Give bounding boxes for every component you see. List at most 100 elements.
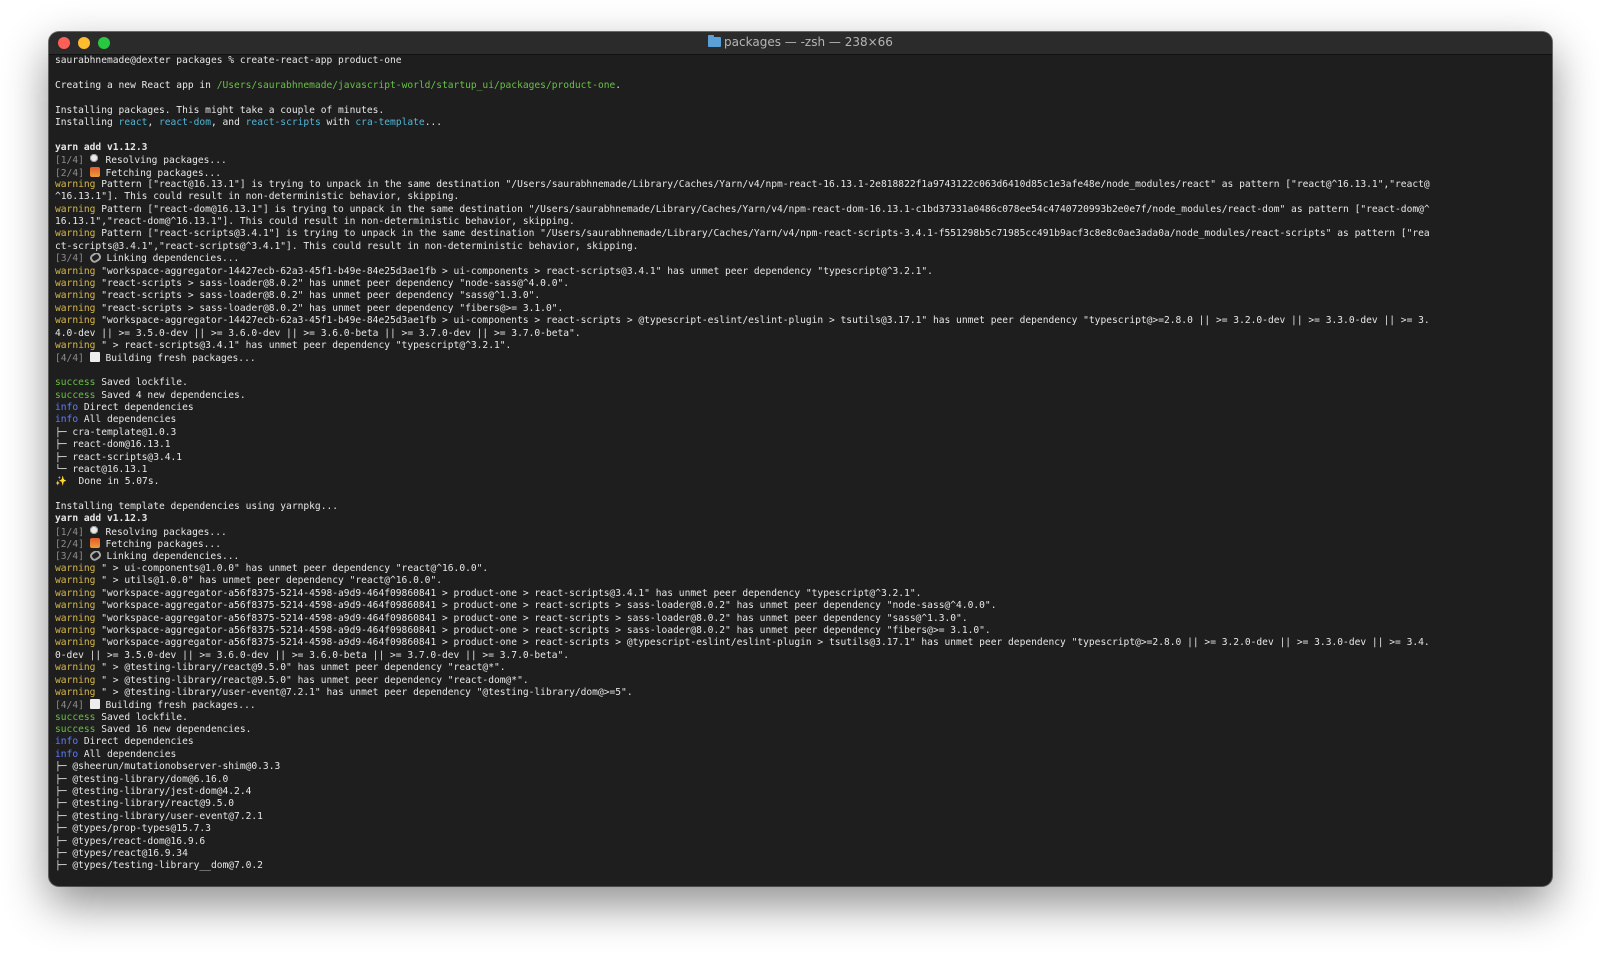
warning-continuation: 0-dev || >= 3.5.0-dev || >= 3.6.0-dev ||…	[55, 649, 570, 661]
warning-text: "workspace-aggregator-a56f8375-5214-4598…	[95, 612, 968, 624]
step-tag: [4/4]	[55, 700, 84, 712]
warning-tag: warning	[55, 203, 96, 215]
warning-line: warning "react-scripts > sass-loader@8.0…	[55, 290, 1548, 302]
warning-text: Pattern ["react-scripts@3.4.1"] is tryin…	[95, 228, 1430, 240]
step-line: [3/4] Linking dependencies...	[55, 550, 1548, 563]
dependency-item: ├─ @sheerun/mutationobserver-shim@0.3.3	[55, 761, 281, 773]
dependency-item: ├─ @testing-library/user-event@7.2.1	[55, 810, 263, 822]
dependency-item: ├─ @testing-library/dom@6.16.0	[55, 773, 229, 785]
dependency-item: ├─ @types/react-dom@16.9.6	[55, 835, 206, 847]
warning-continuation: ct-scripts@3.4.1","react-scripts@^3.4.1"…	[55, 240, 639, 252]
warning-text: Pattern ["react-dom@16.13.1"] is trying …	[95, 203, 1430, 215]
success-line: success Saved 16 new dependencies.	[55, 724, 1548, 736]
warning-line: warning " > ui-components@1.0.0" has unm…	[55, 563, 1548, 575]
warning-tag: warning	[55, 686, 96, 698]
warning-text: "workspace-aggregator-14427ecb-62a3-45f1…	[95, 265, 933, 277]
step-text: Building fresh packages...	[99, 353, 256, 365]
terminal-output[interactable]: saurabhnemade@dexter packages % create-r…	[55, 55, 1548, 886]
info-tag: info	[55, 414, 79, 426]
warning-line: warning Pattern ["react-dom@16.13.1"] is…	[55, 204, 1548, 216]
warning-tag: warning	[55, 575, 96, 587]
warning-line: warning "workspace-aggregator-14427ecb-6…	[55, 315, 1548, 327]
terminal-window[interactable]: packages — -zsh — 238×66 saurabhnemade@d…	[49, 32, 1552, 886]
done-line: ✨ Done in 5.07s.	[55, 476, 1548, 488]
package-name: react	[118, 116, 148, 128]
truck-icon	[89, 166, 100, 177]
warning-text: "workspace-aggregator-a56f8375-5214-4598…	[95, 600, 997, 612]
info-line: info All dependencies	[55, 414, 1548, 426]
success-text: Saved 16 new dependencies.	[95, 724, 252, 736]
package-name: react-dom	[159, 116, 211, 128]
warning-tag: warning	[55, 315, 96, 327]
success-text: Saved 4 new dependencies.	[95, 389, 246, 401]
step-text: Resolving packages...	[99, 155, 227, 167]
step-line: [2/4] Fetching packages...	[55, 538, 1548, 550]
magnifier-icon	[89, 154, 100, 165]
step-line: [4/4] Building fresh packages...	[55, 352, 1548, 364]
project-path: /Users/saurabhnemade/javascript-world/st…	[216, 79, 616, 91]
step-text: Resolving packages...	[99, 526, 227, 538]
success-line: success Saved 4 new dependencies.	[55, 390, 1548, 402]
warning-line: warning "workspace-aggregator-a56f8375-5…	[55, 637, 1548, 649]
dependency-item: ├─ @testing-library/jest-dom@4.2.4	[55, 786, 252, 798]
warning-tag: warning	[55, 662, 96, 674]
warning-tag: warning	[55, 278, 96, 290]
warning-text: " > react-scripts@3.4.1" has unmet peer …	[95, 339, 512, 351]
info-tag: info	[55, 401, 79, 413]
window-title: packages — -zsh — 238×66	[49, 35, 1552, 49]
package-name: cra-template	[355, 116, 425, 128]
success-text: Saved lockfile.	[95, 711, 188, 723]
warning-line: warning Pattern ["react@16.13.1"] is try…	[55, 179, 1548, 191]
success-line: success Saved lockfile.	[55, 712, 1548, 724]
success-tag: success	[55, 711, 96, 723]
title-bar[interactable]: packages — -zsh — 238×66	[49, 32, 1552, 55]
step-tag: [3/4]	[55, 253, 84, 265]
info-text: Direct dependencies	[78, 736, 194, 748]
text: ...	[424, 116, 443, 128]
info-line: info Direct dependencies	[55, 402, 1548, 414]
prompt-line: saurabhnemade@dexter packages % create-r…	[55, 55, 402, 66]
step-line: [2/4] Fetching packages...	[55, 166, 1548, 179]
warning-line: warning " > @testing-library/react@9.5.0…	[55, 675, 1548, 687]
warning-tag: warning	[55, 178, 96, 190]
warning-line: warning " > utils@1.0.0" has unmet peer …	[55, 575, 1548, 587]
folder-icon	[708, 35, 722, 47]
step-text: Fetching packages...	[99, 539, 221, 551]
text: with	[320, 116, 356, 128]
text: ,	[147, 116, 159, 128]
warning-tag: warning	[55, 600, 96, 612]
dependency-item: ├─ cra-template@1.0.3	[55, 426, 177, 438]
warning-text: " > @testing-library/react@9.5.0" has un…	[95, 674, 529, 686]
warning-continuation: ^16.13.1"]. This could result in non-det…	[55, 191, 460, 203]
text: .	[615, 79, 622, 91]
warning-tag: warning	[55, 674, 96, 686]
text: Installing	[55, 116, 119, 128]
warning-tag: warning	[55, 339, 96, 351]
warning-continuation: 4.0-dev || >= 3.5.0-dev || >= 3.6.0-dev …	[55, 327, 581, 339]
success-tag: success	[55, 389, 96, 401]
warning-line: warning " > @testing-library/user-event@…	[55, 687, 1548, 699]
warning-text: " > ui-components@1.0.0" has unmet peer …	[95, 563, 489, 575]
step-line: [1/4] Resolving packages...	[55, 154, 1548, 166]
warning-continuation: 16.13.1","react-dom@^16.13.1"]. This cou…	[55, 216, 575, 228]
dependency-item: ├─ @types/testing-library__dom@7.0.2	[55, 860, 263, 872]
dependency-item: ├─ react-scripts@3.4.1	[55, 451, 183, 463]
step-tag: [3/4]	[55, 550, 84, 562]
warning-line: warning "workspace-aggregator-a56f8375-5…	[55, 613, 1548, 625]
done-text: Done in 5.07s.	[66, 476, 160, 488]
package-name: react-scripts	[245, 116, 321, 128]
warning-line: warning " > react-scripts@3.4.1" has unm…	[55, 340, 1548, 352]
truck-icon	[89, 538, 100, 549]
step-line: [1/4] Resolving packages...	[55, 525, 1548, 538]
warning-line: warning "react-scripts > sass-loader@8.0…	[55, 303, 1548, 315]
warning-text: " > utils@1.0.0" has unmet peer dependen…	[95, 575, 442, 587]
warning-line: warning "workspace-aggregator-14427ecb-6…	[55, 266, 1548, 278]
step-tag: [1/4]	[55, 526, 84, 538]
step-line: [4/4] Building fresh packages...	[55, 699, 1548, 711]
warning-text: "react-scripts > sass-loader@8.0.2" has …	[95, 290, 541, 302]
info-line: info All dependencies	[55, 749, 1548, 761]
warning-line: warning "workspace-aggregator-a56f8375-5…	[55, 588, 1548, 600]
